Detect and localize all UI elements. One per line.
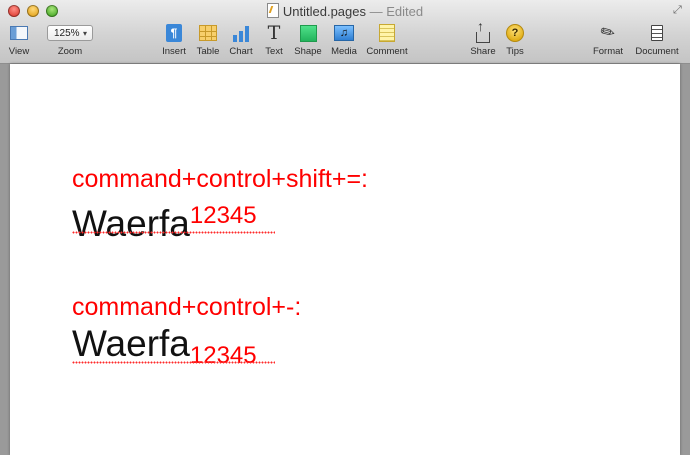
format-button[interactable]: ✎ Format [589,20,627,57]
subscript-digits[interactable]: 12345 [190,342,257,369]
zoom-select[interactable]: 125% [47,25,93,41]
chart-label: Chart [229,46,253,57]
paintbrush-icon: ✎ [596,20,619,45]
question-icon: ? [506,24,524,42]
window-title: Untitled.pages — Edited [0,3,690,20]
document-name[interactable]: Untitled.pages [283,4,366,19]
window-toolbar: Untitled.pages — Edited ⤢ View 125% Zoom… [0,0,690,64]
pages-document-icon [266,3,279,18]
document-page[interactable]: command+control+shift+=: Waerfa12345 com… [10,64,680,455]
command-text-subscript[interactable]: command+control+-: [72,293,301,321]
paragraph-icon: ¶ [166,24,182,42]
table-button[interactable]: Table [193,22,223,57]
title-separator: — [366,4,387,19]
text-icon: T [267,22,281,44]
spellcheck-underline [72,361,275,364]
superscript-digits[interactable]: 12345 [190,202,257,229]
edited-status: Edited [386,4,424,19]
share-label: Share [470,46,496,57]
sample-line-superscript[interactable]: Waerfa12345 [72,195,257,253]
document-button[interactable]: Document [632,22,682,57]
insert-label: Insert [162,46,186,57]
fullscreen-icon[interactable]: ⤢ [673,5,683,16]
media-button[interactable]: ♫ Media [328,22,360,57]
tips-label: Tips [506,46,524,57]
share-icon [476,18,490,43]
document-label: Document [635,46,679,57]
sidebar-view-icon [10,26,28,40]
text-label: Text [265,46,283,57]
shape-button[interactable]: Shape [292,22,324,57]
comment-label: Comment [366,46,408,57]
command-text-superscript[interactable]: command+control+shift+=: [72,165,368,193]
spellcheck-underline [72,231,275,234]
document-icon [651,25,663,41]
media-label: Media [331,46,357,57]
chart-button[interactable]: Chart [226,22,256,57]
table-label: Table [196,46,220,57]
text-button[interactable]: T Text [260,22,288,57]
insert-button[interactable]: ¶ Insert [160,22,188,57]
format-label: Format [592,46,624,57]
music-note-icon: ♫ [334,25,354,41]
comment-button[interactable]: Comment [365,22,409,57]
table-icon [199,25,217,41]
shape-label: Shape [294,46,322,57]
zoom-label: Zoom [57,46,83,57]
sample-word[interactable]: Waerfa [72,203,190,244]
share-button[interactable]: Share [468,18,498,58]
sample-word[interactable]: Waerfa [72,323,190,364]
sample-line-subscript[interactable]: Waerfa12345 [72,323,257,377]
bar-chart-icon [233,24,249,42]
shape-square-icon [299,24,317,42]
view-button[interactable]: View [4,22,34,57]
zoom-control[interactable]: 125% Zoom [46,22,94,57]
tips-button[interactable]: ? Tips [501,22,529,57]
view-label: View [8,46,30,57]
note-icon [379,24,395,42]
